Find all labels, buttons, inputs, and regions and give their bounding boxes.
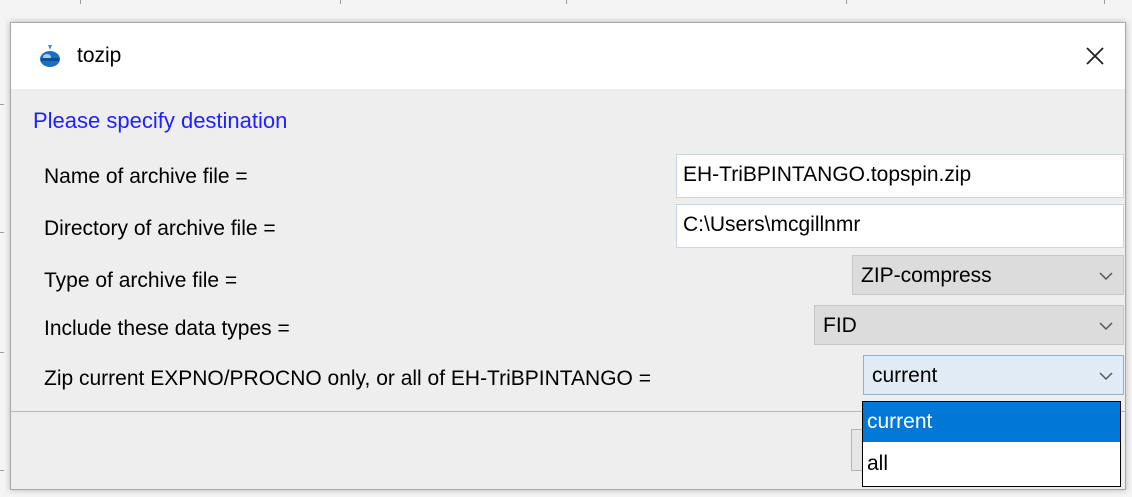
data-types-value: FID [823,314,857,337]
dialog-heading: Please specify destination [33,108,288,133]
window-title: tozip [77,44,122,67]
chevron-down-icon [1099,372,1113,381]
background-tick [846,0,847,4]
topspin-icon [40,45,60,67]
chevron-down-icon [1099,272,1113,281]
dropdown-option-all[interactable]: all [863,444,1120,484]
close-icon [1086,47,1104,65]
background-tick [0,104,4,105]
data-types-label: Include these data types = [44,317,290,340]
archive-type-value: ZIP-compress [861,264,992,287]
zip-scope-label: Zip current EXPNO/PROCNO only, or all of… [44,367,651,390]
archive-name-field[interactable]: EH-TriBPINTANGO.topspin.zip [676,154,1124,198]
zip-scope-select[interactable]: current [863,355,1124,395]
background-tick [0,232,4,233]
close-button[interactable] [1065,23,1125,89]
chevron-down-icon [1099,322,1113,331]
archive-type-select[interactable]: ZIP-compress [852,255,1124,295]
archive-name-label: Name of archive file = [44,165,248,188]
data-types-select[interactable]: FID [814,305,1124,345]
background-tick [0,470,4,471]
archive-type-label: Type of archive file = [44,269,238,292]
archive-directory-label: Directory of archive file = [44,217,276,240]
background-tick [340,0,341,4]
background-tick [80,0,81,4]
background-tick [1104,0,1105,4]
archive-directory-field[interactable]: C:\Users\mcgillnmr [676,204,1124,248]
background-tick [566,0,567,4]
title-bar[interactable]: tozip [11,23,1125,89]
dropdown-option-current[interactable]: current [863,402,1120,442]
zip-scope-dropdown-list: current all [862,401,1121,487]
background-tick [0,352,4,353]
zip-scope-value: current [872,364,938,387]
